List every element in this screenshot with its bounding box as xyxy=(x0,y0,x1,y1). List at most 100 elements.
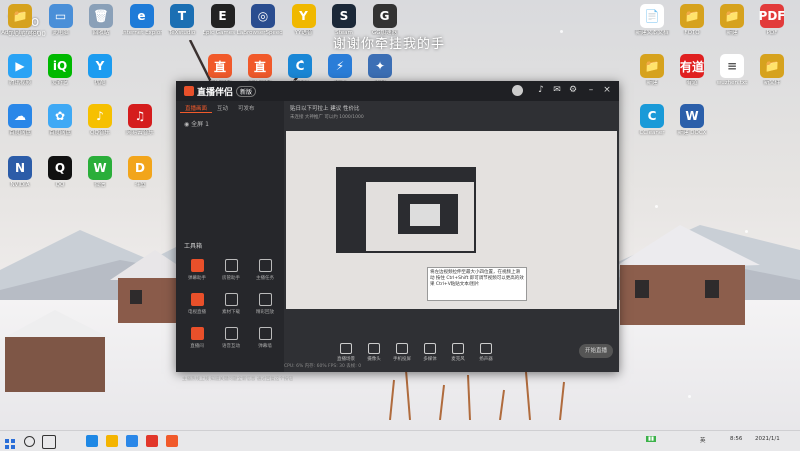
desktop-icon[interactable]: 📄 新建文本文档 xyxy=(632,4,672,37)
desktop-icon-label: GG加速器 xyxy=(371,30,398,36)
desktop-icon-icon: 📁 xyxy=(640,54,664,78)
desktop-icon[interactable]: PDF PDF xyxy=(752,4,792,37)
message-icon[interactable]: ✉ xyxy=(552,85,562,95)
tool-label: 精彩回放 xyxy=(256,310,274,315)
app-logo-icon xyxy=(184,86,194,96)
desktop-icon[interactable]: ▭ 此电脑 xyxy=(41,4,81,37)
tool-item[interactable]: 直播间 xyxy=(184,327,210,349)
desktop-icon-label: CCleaner xyxy=(639,130,665,136)
desktop-icon[interactable]: S Steam xyxy=(324,4,364,37)
tool-label: 弹幕助手 xyxy=(188,276,206,281)
explorer-icon[interactable] xyxy=(106,435,118,447)
desktop-icon-icon: T xyxy=(170,4,194,28)
clock-date[interactable]: 2021/1/1 xyxy=(755,436,780,442)
hint-tooltip: 将左边视频拉伸至最大小四位置，在视频上滑动 按住 Ctrl+Shift 即可调节… xyxy=(427,267,527,301)
desktop-icon[interactable]: ✿ 百度网盘 xyxy=(40,104,80,137)
battery-icon[interactable]: ▮▮ xyxy=(646,436,657,442)
scene-item[interactable]: ◉ 全屏 1 xyxy=(176,115,284,132)
window-titlebar[interactable]: 直播伴侣 新版 ♪ ✉ ⚙ – × xyxy=(176,81,619,101)
tool-item[interactable]: 弹幕助手 xyxy=(184,259,210,281)
desktop-icon-label: BrowserSpeed xyxy=(243,30,283,36)
desktop-icon-icon: C xyxy=(640,104,664,128)
desktop-icon-icon: Y xyxy=(88,54,112,78)
settings-icon[interactable]: ⚙ xyxy=(568,85,578,95)
desktop-icon[interactable]: W 新建 DOCX xyxy=(672,104,712,137)
desktop-icon[interactable]: T TeXstudio xyxy=(162,4,202,37)
desktop-icon[interactable]: e Internet Explorer xyxy=(122,4,162,37)
avatar[interactable] xyxy=(512,85,523,96)
desktop-icon-icon: E xyxy=(210,4,235,28)
desktop-icon[interactable]: E Epic Games Launcher xyxy=(203,4,243,37)
tool-icon xyxy=(258,259,272,272)
desktop-icon[interactable]: iQ 爱奇艺 xyxy=(40,54,80,87)
tab-publish[interactable]: 可发布 xyxy=(233,104,260,112)
snowflake xyxy=(655,205,658,208)
desktop-icon[interactable]: N NVIDIA xyxy=(0,156,40,189)
desktop-icon-icon: G xyxy=(372,4,397,28)
desktop-icon[interactable]: 🗑 回收站 xyxy=(81,4,121,37)
shed-left xyxy=(0,310,110,392)
desktop-icon-icon: 📁 xyxy=(8,4,32,28)
start-icon[interactable] xyxy=(4,435,16,449)
desktop-icon[interactable]: 📁 FOTO xyxy=(672,4,712,37)
desktop-icon[interactable]: Q QQ xyxy=(40,156,80,189)
desktop-icon-label: NVIDIA xyxy=(10,182,30,188)
desktop-icon[interactable]: C CCleaner xyxy=(632,104,672,137)
close-icon[interactable]: × xyxy=(602,85,612,95)
main-toolbar: 贴日以下可拉上 建议 性价比 未连接 大神推广 可以约 1000/1000 xyxy=(284,101,619,125)
source-button-icon xyxy=(424,342,436,354)
source-button[interactable]: 直播场景 xyxy=(332,342,360,362)
tool-item[interactable]: 素材下载 xyxy=(218,293,244,315)
desktop-icon[interactable]: ♫ 网易云音乐 xyxy=(120,104,160,137)
source-button[interactable]: 多媒体 xyxy=(416,342,444,362)
version-badge[interactable]: 新版 xyxy=(236,85,257,97)
desktop-icon[interactable]: G GG加速器 xyxy=(365,4,405,37)
tool-label: 主播任务 xyxy=(256,276,274,281)
tool-item[interactable]: 弹幕墙 xyxy=(252,327,278,349)
desktop-icon[interactable]: ☁ 百度网盘 xyxy=(0,104,40,137)
app-taskbar-icon[interactable] xyxy=(126,435,138,447)
desktop-icon[interactable]: W 微信 xyxy=(80,156,120,189)
desktop-icon[interactable]: 📁 新建 xyxy=(632,54,672,87)
tool-item[interactable]: 房管助手 xyxy=(218,259,244,281)
desktop-icon[interactable]: ◎ BrowserSpeed xyxy=(243,4,283,37)
edge-icon[interactable] xyxy=(86,435,98,447)
desktop-icon[interactable]: D 斗鱼 xyxy=(120,156,160,189)
app-taskbar-icon-2[interactable] xyxy=(146,435,158,447)
desktop-icon-icon: Y xyxy=(291,4,316,28)
tool-item[interactable]: 电视直播 xyxy=(184,293,210,315)
desktop-icon[interactable]: 📁 新文件 xyxy=(752,54,792,87)
left-panel: 直播画面 互动 可发布 ◉ 全屏 1 工具箱 弹幕助手 房管助手 主播任务 电视直播 素… xyxy=(176,101,293,382)
desktop-icon[interactable]: Y 优酷 xyxy=(80,54,120,87)
source-button-icon xyxy=(340,342,352,354)
desktop-icon-icon: ☁ xyxy=(8,104,32,128)
desktop-icon[interactable]: ♪ QQ音乐 xyxy=(80,104,120,137)
live-companion-window[interactable]: 直播伴侣 新版 ♪ ✉ ⚙ – × 直播画面 互动 可发布 ◉ 全屏 1 工具箱… xyxy=(176,81,619,382)
tool-item[interactable]: 精彩回放 xyxy=(252,293,278,315)
tab-live-scene[interactable]: 直播画面 xyxy=(180,104,213,113)
eye-icon[interactable]: ◉ xyxy=(184,121,189,128)
desktop-icon[interactable]: ≡ wuzhen.txt xyxy=(712,54,752,87)
tool-item[interactable]: 语音互动 xyxy=(218,327,244,349)
desktop-icon[interactable]: 📁 Administrator xyxy=(0,4,40,37)
search-icon[interactable] xyxy=(24,436,35,447)
desktop-icon[interactable]: Y YY语音 xyxy=(284,4,324,37)
desktop-icon[interactable]: 有道 有道 xyxy=(672,54,712,87)
tab-interact[interactable]: 互动 xyxy=(212,104,233,112)
ime-indicator[interactable]: 英 xyxy=(700,436,706,444)
source-button[interactable]: 手机投屏 xyxy=(388,342,416,362)
source-button[interactable]: 扬声器 xyxy=(472,342,500,362)
snowflake xyxy=(688,395,691,398)
clock-time[interactable]: 8:56 xyxy=(730,436,742,442)
source-button[interactable]: 摄像头 xyxy=(360,342,388,362)
minimize-icon[interactable]: – xyxy=(586,85,596,95)
task-view-icon[interactable] xyxy=(42,435,56,449)
bell-icon[interactable]: ♪ xyxy=(536,85,546,95)
source-button[interactable]: 麦克风 xyxy=(444,342,472,362)
tool-icon xyxy=(190,259,204,272)
start-live-button[interactable]: 开始直播 xyxy=(579,344,613,358)
tool-item[interactable]: 主播任务 xyxy=(252,259,278,281)
live-companion-taskbar-icon[interactable] xyxy=(166,435,178,447)
desktop-icon[interactable]: 📁 新建 xyxy=(712,4,752,37)
desktop-icon[interactable]: ▶ 腾讯视频 xyxy=(0,54,40,87)
